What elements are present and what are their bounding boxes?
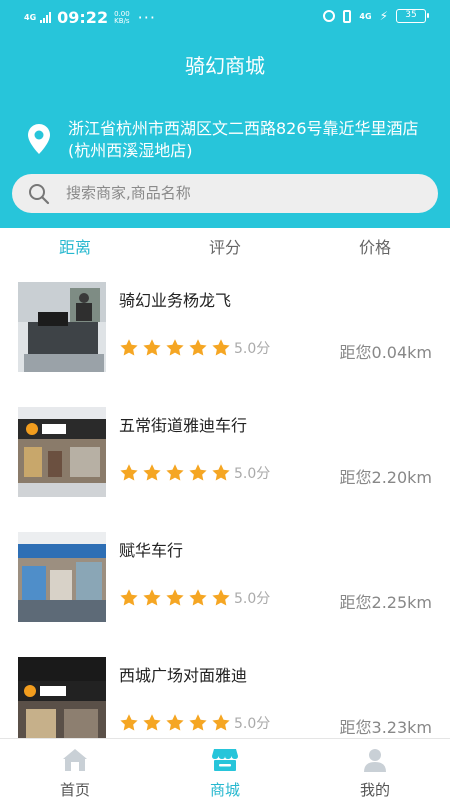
shop-name: 骑幻业务杨龙飞: [119, 291, 232, 310]
network-speed: 0.00 KB/s: [114, 10, 130, 25]
location-bar[interactable]: 浙江省杭州市西湖区文二西路826号靠近华里酒店(杭州西溪湿地店): [28, 118, 428, 162]
signal-icon: [40, 12, 52, 23]
more-notifications-icon: ···: [137, 8, 156, 27]
search-bar[interactable]: 搜索商家,商品名称: [12, 174, 438, 213]
network-type: 4G: [24, 12, 37, 22]
tab-home-label: 首页: [59, 781, 90, 799]
star-icon: [143, 714, 161, 731]
charging-icon: ⚡: [379, 9, 388, 23]
shop-distance: 距您2.20km: [339, 468, 432, 487]
page-title: 骑幻商城: [185, 54, 265, 78]
rating-stars: [119, 463, 231, 483]
rating-score: 5.0分: [234, 716, 271, 732]
star-icon: [120, 589, 138, 606]
header-bar: 4G 09:22 0.00 KB/s ··· 4G ⚡ 35 骑幻商城 浙江省杭…: [0, 0, 450, 228]
star-icon: [189, 589, 207, 606]
tab-shop[interactable]: 商城: [150, 739, 300, 801]
search-icon: [29, 184, 50, 205]
shop-icon: [212, 749, 238, 771]
shop-photo: [18, 282, 106, 372]
rating-score: 5.0分: [234, 341, 271, 357]
shop-photo: [18, 532, 106, 622]
rating-score: 5.0分: [234, 466, 271, 482]
star-icon: [212, 339, 230, 356]
shop-name: 赋华车行: [119, 541, 184, 560]
shop-photo: [18, 657, 106, 747]
star-icon: [143, 464, 161, 481]
star-icon: [166, 339, 184, 356]
rating-score: 5.0分: [234, 591, 271, 607]
star-icon: [212, 464, 230, 481]
sort-tabs: 距离 评分 价格: [0, 228, 450, 264]
shop-photo: [18, 407, 106, 497]
star-icon: [189, 339, 207, 356]
shop-name: 五常街道雅迪车行: [119, 416, 248, 435]
star-icon: [189, 714, 207, 731]
network-type-right: 4G: [359, 11, 372, 21]
tab-mine-label: 我的: [359, 781, 390, 799]
bottom-tab-bar: 首页 商城 我的: [0, 738, 450, 801]
sort-tab-price[interactable]: 价格: [335, 234, 415, 258]
sort-tab-distance[interactable]: 距离: [35, 234, 115, 258]
user-icon: [364, 749, 386, 772]
star-icon: [120, 339, 138, 356]
star-icon: [189, 464, 207, 481]
location-pin-icon: [28, 124, 50, 154]
tab-mine[interactable]: 我的: [300, 739, 450, 801]
clock: 09:22: [57, 8, 109, 27]
shop-item[interactable]: 赋华车行 5.0分 距您2.25km: [0, 520, 450, 622]
tab-shop-label: 商城: [209, 781, 240, 799]
speed-unit: KB/s: [114, 16, 130, 25]
shop-item[interactable]: 西城广场对面雅迪 5.0分 距您3.23km: [0, 645, 450, 747]
star-icon: [166, 589, 184, 606]
vibrate-icon: [343, 9, 352, 23]
star-icon: [143, 339, 161, 356]
star-icon: [166, 714, 184, 731]
tab-home[interactable]: 首页: [0, 739, 150, 801]
star-icon: [212, 589, 230, 606]
rating-stars: [119, 713, 231, 733]
star-icon: [143, 589, 161, 606]
shop-distance: 距您3.23km: [339, 718, 432, 737]
shop-distance: 距您2.25km: [339, 593, 432, 612]
shop-item[interactable]: 骑幻业务杨龙飞 5.0分 距您0.04km: [0, 270, 450, 372]
star-icon: [120, 464, 138, 481]
current-address: 浙江省杭州市西湖区文二西路826号靠近华里酒店(杭州西溪湿地店): [68, 119, 419, 160]
home-icon: [63, 749, 87, 771]
sort-tab-rating[interactable]: 评分: [185, 234, 265, 258]
alarm-icon: [323, 10, 336, 22]
star-icon: [212, 714, 230, 731]
rating-stars: [119, 338, 231, 358]
search-placeholder: 搜索商家,商品名称: [66, 184, 191, 202]
shop-name: 西城广场对面雅迪: [119, 666, 248, 685]
battery-icon: 35: [396, 9, 429, 23]
shop-item[interactable]: 五常街道雅迪车行 5.0分 距您2.20km: [0, 395, 450, 497]
rating-stars: [119, 588, 231, 608]
star-icon: [166, 464, 184, 481]
status-bar: 4G 09:22 0.00 KB/s ··· 4G ⚡ 35: [0, 0, 450, 36]
shop-distance: 距您0.04km: [339, 343, 432, 362]
star-icon: [120, 714, 138, 731]
